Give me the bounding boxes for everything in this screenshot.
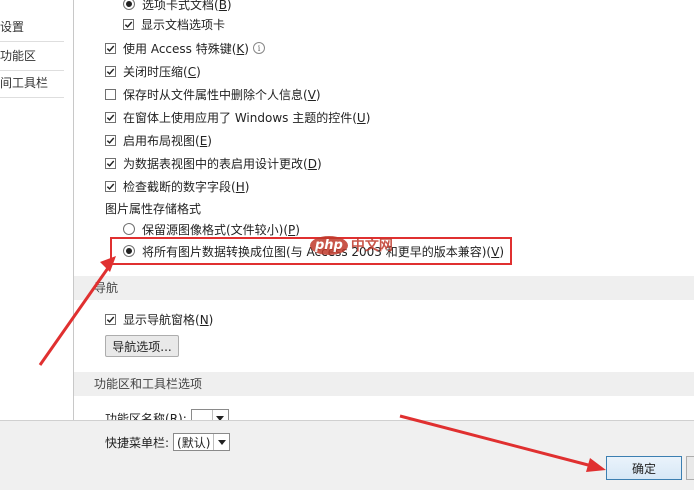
nav-divider — [0, 70, 64, 71]
left-nav: 设置 功能区 间工具栏 — [0, 0, 74, 420]
access-special-keys-option[interactable]: 使用 Access 特殊键(K) i — [105, 38, 265, 58]
ribbon-name-label: 功能区名称(R): — [105, 411, 187, 421]
access-options-dialog: 设置 功能区 间工具栏 选项卡式文档(B) 显示文档选项卡 使用 Access … — [0, 0, 694, 490]
chevron-down-icon[interactable] — [211, 410, 228, 420]
layout-view-checkbox[interactable] — [105, 134, 116, 146]
checkmark-icon — [106, 316, 115, 323]
convert-bitmap-radio[interactable] — [123, 245, 135, 257]
truncated-numbers-checkbox[interactable] — [105, 180, 116, 192]
chevron-down-icon[interactable] — [213, 434, 229, 450]
design-changes-label: 为数据表视图中的表启用设计更改(D) — [123, 156, 322, 171]
radio-dot-icon — [126, 1, 132, 7]
shortcut-menu-combo[interactable]: (默认) — [173, 433, 231, 451]
remove-personal-info-label: 保存时从文件属性中删除个人信息(V) — [123, 87, 321, 102]
tabbed-documents-option[interactable]: 选项卡式文档(B) — [123, 0, 232, 14]
checkmark-icon — [106, 137, 115, 144]
compact-on-close-option[interactable]: 关闭时压缩(C) — [105, 61, 201, 81]
show-nav-pane-checkbox[interactable] — [105, 313, 116, 325]
show-document-tabs-option[interactable]: 显示文档选项卡 — [123, 14, 225, 34]
ribbon-name-row: 功能区名称(R): — [105, 408, 229, 420]
nav-item-ribbon[interactable]: 功能区 — [0, 47, 36, 65]
picture-format-heading: 图片属性存储格式 — [105, 201, 202, 216]
nav-divider — [0, 41, 64, 42]
navigation-options-button[interactable]: 导航选项... — [105, 335, 179, 357]
layout-view-label: 启用布局视图(E) — [123, 133, 212, 148]
ribbon-name-combo[interactable] — [190, 409, 229, 420]
shortcut-menu-row: 快捷菜单栏: (默认) — [105, 432, 231, 452]
layout-view-option[interactable]: 启用布局视图(E) — [105, 130, 212, 150]
checkmark-icon — [106, 183, 115, 190]
access-special-keys-label: 使用 Access 特殊键(K) — [123, 41, 249, 56]
checkmark-icon — [106, 68, 115, 75]
convert-bitmap-option[interactable]: 将所有图片数据转换成位图(与 Access 2003 和更早的版本兼容)(V) — [123, 241, 504, 261]
show-document-tabs-label: 显示文档选项卡 — [141, 17, 226, 32]
nav-divider — [0, 97, 64, 98]
ribbon-section-header: 功能区和工具栏选项 — [74, 372, 694, 396]
radio-dot-icon — [126, 248, 132, 254]
nav-item-quick-access-toolbar[interactable]: 间工具栏 — [0, 74, 48, 92]
checkmark-icon — [106, 160, 115, 167]
info-icon[interactable]: i — [252, 42, 265, 54]
nav-item-settings[interactable]: 设置 — [0, 18, 24, 36]
remove-personal-info-option[interactable]: 保存时从文件属性中删除个人信息(V) — [105, 84, 321, 104]
checkmark-icon — [106, 114, 115, 121]
checkmark-icon — [124, 21, 133, 28]
truncated-numbers-option[interactable]: 检查截断的数字字段(H) — [105, 176, 249, 196]
shortcut-menu-label: 快捷菜单栏: — [105, 435, 170, 450]
show-nav-pane-label: 显示导航窗格(N) — [123, 312, 214, 327]
shortcut-menu-value: (默认) — [177, 435, 211, 450]
dialog-footer — [0, 420, 694, 490]
windows-theme-controls-label: 在窗体上使用应用了 Windows 主题的控件(U) — [123, 110, 371, 125]
remove-personal-info-checkbox[interactable] — [105, 88, 116, 100]
options-content: 选项卡式文档(B) 显示文档选项卡 使用 Access 特殊键(K) i 关闭时… — [74, 0, 694, 420]
checkmark-icon — [106, 45, 115, 52]
access-special-keys-checkbox[interactable] — [105, 42, 116, 54]
ok-button[interactable]: 确定 — [606, 456, 682, 480]
preserve-format-option[interactable]: 保留源图像格式(文件较小)(P) — [123, 219, 300, 239]
tabbed-documents-radio[interactable] — [123, 0, 135, 10]
preserve-format-radio[interactable] — [123, 223, 135, 235]
navigation-section-header: 导航 — [74, 276, 694, 300]
preserve-format-label: 保留源图像格式(文件较小)(P) — [142, 222, 300, 237]
compact-on-close-checkbox[interactable] — [105, 65, 116, 77]
truncated-numbers-label: 检查截断的数字字段(H) — [123, 179, 250, 194]
windows-theme-controls-option[interactable]: 在窗体上使用应用了 Windows 主题的控件(U) — [105, 107, 370, 127]
show-document-tabs-checkbox[interactable] — [123, 18, 134, 30]
compact-on-close-label: 关闭时压缩(C) — [123, 64, 201, 79]
design-changes-option[interactable]: 为数据表视图中的表启用设计更改(D) — [105, 153, 322, 173]
design-changes-checkbox[interactable] — [105, 157, 116, 169]
cancel-button[interactable] — [686, 456, 694, 480]
tabbed-documents-label: 选项卡式文档(B) — [142, 0, 232, 12]
show-nav-pane-option[interactable]: 显示导航窗格(N) — [105, 309, 213, 329]
windows-theme-controls-checkbox[interactable] — [105, 111, 116, 123]
convert-bitmap-label: 将所有图片数据转换成位图(与 Access 2003 和更早的版本兼容)(V) — [142, 244, 505, 259]
